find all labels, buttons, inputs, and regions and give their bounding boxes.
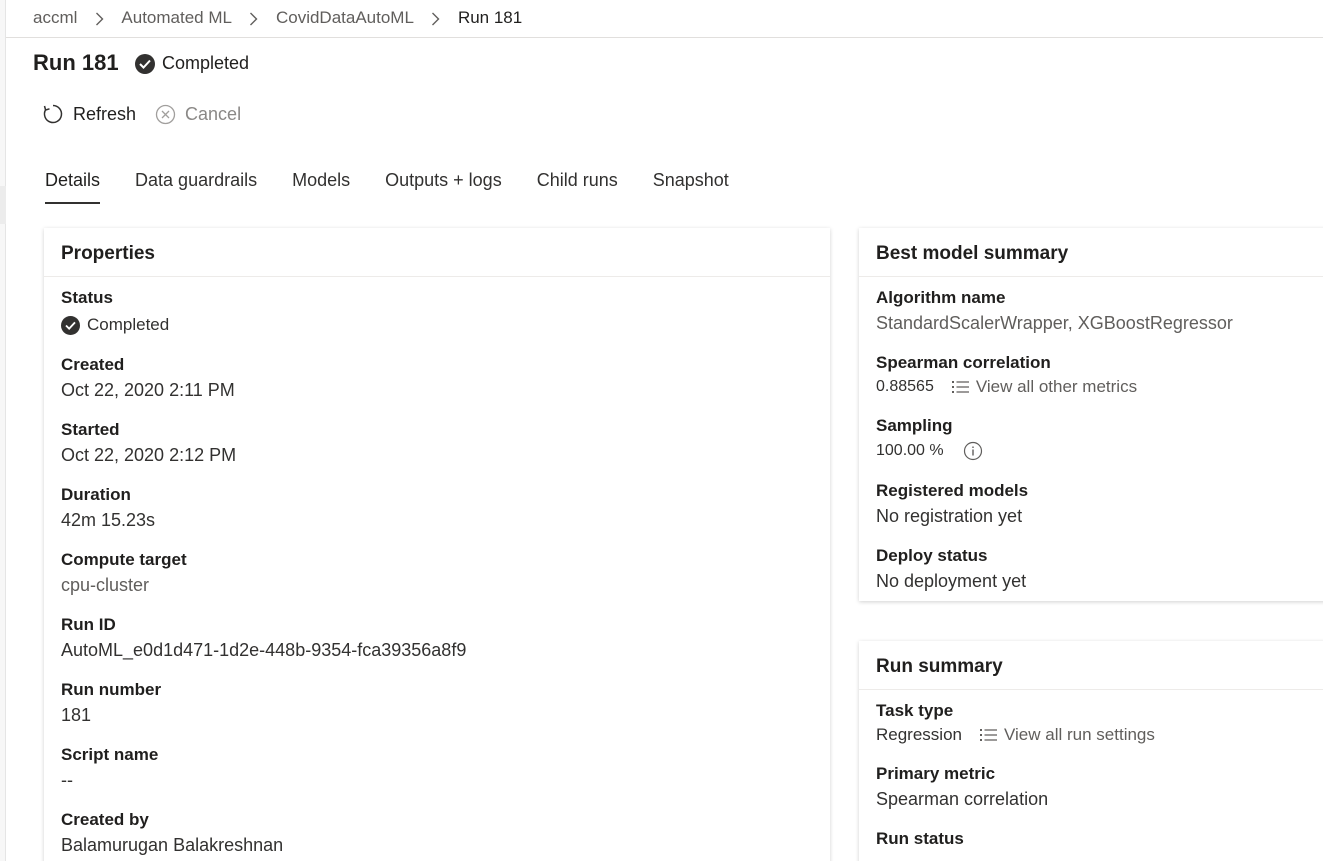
started-value: Oct 22, 2020 2:12 PM — [61, 445, 237, 465]
status-value: Completed — [87, 315, 170, 334]
created-by-label: Created by — [61, 810, 149, 829]
created-value: Oct 22, 2020 2:11 PM — [61, 380, 235, 400]
duration-label: Duration — [61, 485, 131, 504]
run-status-label: Run status — [876, 829, 964, 848]
script-name-label: Script name — [61, 745, 159, 764]
run-id-field: Run ID AutoML_e0d1d471-1d2e-448b-9354-fc… — [61, 615, 466, 661]
breadcrumb: accml Automated ML CovidDataAutoML Run 1… — [33, 6, 522, 30]
cancel-label: Cancel — [185, 103, 242, 124]
sampling-field: Sampling 100.00 % — [876, 416, 983, 461]
created-label: Created — [61, 355, 125, 374]
primary-metric-label: Primary metric — [876, 764, 996, 783]
refresh-label: Refresh — [73, 103, 137, 124]
checkmark-circle-icon — [61, 315, 80, 335]
created-by-field: Created by Balamurugan Balakreshnan — [61, 810, 283, 856]
cancel-button[interactable]: Cancel — [155, 104, 241, 125]
duration-field: Duration 42m 15.23s — [61, 485, 155, 531]
header-divider — [6, 37, 1323, 38]
run-id-label: Run ID — [61, 615, 116, 634]
algorithm-label: Algorithm name — [876, 288, 1006, 307]
compute-target-field: Compute target cpu-cluster — [61, 550, 187, 596]
status-label: Status — [61, 288, 113, 307]
sampling-label: Sampling — [876, 416, 953, 435]
compute-target-label: Compute target — [61, 550, 187, 569]
refresh-button[interactable]: Refresh — [42, 103, 136, 125]
chevron-right-icon — [414, 8, 458, 28]
run-number-label: Run number — [61, 680, 162, 699]
created-field: Created Oct 22, 2020 2:11 PM — [61, 355, 235, 401]
registered-models-value: No registration yet — [876, 506, 1023, 526]
algorithm-field: Algorithm name StandardScalerWrapper, XG… — [876, 288, 1233, 334]
bulleted-list-icon — [980, 728, 998, 742]
view-all-metrics-link[interactable]: View all other metrics — [951, 377, 1138, 397]
tab-snapshot[interactable]: Snapshot — [653, 170, 729, 204]
bulleted-list-icon — [951, 380, 970, 394]
run-summary-card: Run summary Task type Regression View al… — [859, 641, 1323, 861]
properties-card: Properties Status Completed Created Oct … — [44, 228, 830, 861]
left-nav-marker — [0, 186, 6, 224]
run-tabs: Details Data guardrails Models Outputs +… — [45, 170, 764, 204]
tab-data-guardrails[interactable]: Data guardrails — [135, 170, 257, 204]
checkmark-circle-icon — [135, 53, 155, 74]
best-model-summary-title: Best model summary — [859, 228, 1323, 277]
tab-details[interactable]: Details — [45, 170, 101, 204]
script-name-value: -- — [61, 770, 73, 790]
best-model-summary-card: Best model summary Algorithm name Standa… — [859, 228, 1323, 601]
compute-target-link[interactable]: cpu-cluster — [61, 575, 187, 596]
created-by-value: Balamurugan Balakreshnan — [61, 835, 284, 855]
started-field: Started Oct 22, 2020 2:12 PM — [61, 420, 236, 466]
deploy-status-label: Deploy status — [876, 546, 988, 565]
task-type-label: Task type — [876, 701, 954, 720]
registered-models-field: Registered models No registration yet — [876, 481, 1028, 527]
registered-models-label: Registered models — [876, 481, 1029, 500]
spearman-label: Spearman correlation — [876, 353, 1051, 372]
spearman-value: 0.88565 — [876, 378, 934, 395]
left-nav-strip — [0, 0, 6, 861]
deploy-status-value: No deployment yet — [876, 571, 1027, 591]
deploy-status-field: Deploy status No deployment yet — [876, 546, 1026, 592]
page-title: Run 181 — [33, 50, 119, 75]
view-all-run-settings-link[interactable]: View all run settings — [980, 725, 1155, 745]
breadcrumb-current-run: Run 181 — [457, 8, 523, 27]
primary-metric-field: Primary metric Spearman correlation — [876, 764, 1048, 810]
primary-metric-value: Spearman correlation — [876, 789, 1049, 809]
properties-title: Properties — [44, 228, 830, 277]
run-status-text: Completed — [162, 53, 250, 73]
sampling-value: 100.00 % — [876, 442, 944, 459]
run-id-value: AutoML_e0d1d471-1d2e-448b-9354-fca39356a… — [61, 640, 467, 660]
breadcrumb-experiment[interactable]: CovidDataAutoML — [276, 8, 414, 28]
chevron-right-icon — [232, 8, 276, 28]
command-bar: Refresh Cancel — [42, 103, 260, 125]
spearman-field: Spearman correlation 0.88565 View all ot… — [876, 353, 1137, 397]
tab-outputs-logs[interactable]: Outputs + logs — [385, 170, 502, 204]
run-status-field: Run status — [876, 829, 964, 849]
tab-models[interactable]: Models — [292, 170, 350, 204]
run-status-badge: Completed — [135, 53, 249, 74]
status-field: Status Completed — [61, 288, 169, 335]
run-number-value: 181 — [61, 705, 92, 725]
cancel-icon — [155, 104, 176, 125]
duration-value: 42m 15.23s — [61, 510, 156, 530]
tab-child-runs[interactable]: Child runs — [537, 170, 618, 204]
view-all-run-settings-label: View all run settings — [1004, 725, 1155, 744]
script-name-field: Script name -- — [61, 745, 158, 791]
started-label: Started — [61, 420, 120, 439]
chevron-right-icon — [77, 8, 121, 28]
view-all-metrics-label: View all other metrics — [975, 377, 1138, 396]
run-number-field: Run number 181 — [61, 680, 161, 726]
breadcrumb-automated-ml[interactable]: Automated ML — [121, 8, 232, 28]
task-type-value: Regression — [876, 725, 962, 744]
refresh-icon — [42, 103, 64, 125]
task-type-field: Task type Regression View all run settin… — [876, 701, 1155, 745]
run-summary-title: Run summary — [859, 641, 1323, 690]
algorithm-link[interactable]: StandardScalerWrapper, XGBoostRegressor — [876, 313, 1233, 334]
breadcrumb-workspace[interactable]: accml — [33, 8, 77, 28]
info-icon[interactable] — [963, 441, 983, 461]
